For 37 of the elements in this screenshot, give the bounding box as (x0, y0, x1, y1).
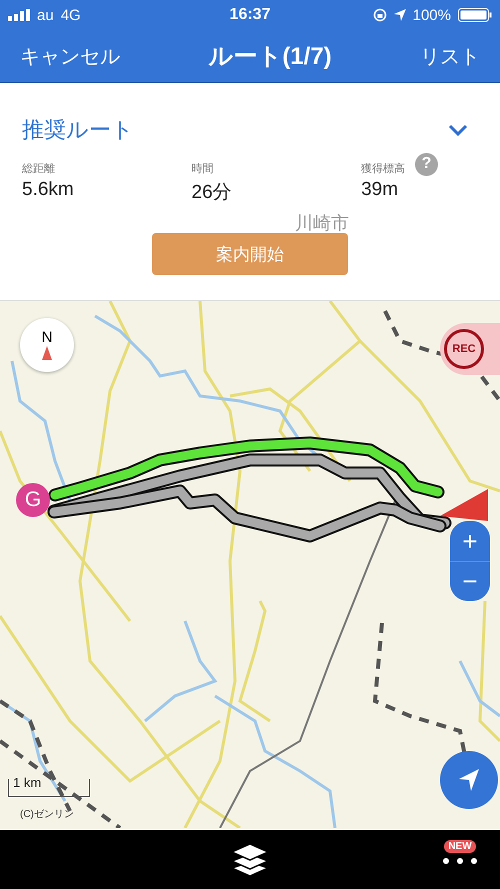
selected-route-line[interactable] (48, 436, 444, 502)
start-guidance-button[interactable]: 案内開始 (152, 233, 348, 275)
alternative-route-line[interactable] (48, 454, 452, 530)
stat-value: 5.6km (22, 179, 75, 201)
map-area-label: 川崎市 (295, 212, 349, 235)
stat-label: 総距離 (22, 162, 55, 176)
alternative-route-line[interactable] (48, 484, 446, 542)
status-time: 16:37 (230, 6, 270, 24)
route-name: 推奨ルート (22, 116, 134, 144)
new-badge: NEW (444, 840, 476, 853)
cancel-button[interactable]: キャンセル (12, 38, 128, 74)
map-view[interactable]: N G REC + − 1 km (C)ゼンリン (0, 301, 500, 830)
battery-icon (458, 8, 492, 22)
stat-value: 39m (361, 179, 400, 201)
record-button[interactable]: REC (440, 323, 500, 375)
screen-title: ルート(1/7) (208, 42, 332, 72)
map-copyright: (C)ゼンリン (20, 808, 74, 821)
chevron-down-icon[interactable] (448, 124, 468, 136)
scale-bar: 1 km (8, 779, 90, 797)
goal-marker: G (16, 483, 50, 517)
carrier-name: au (37, 6, 54, 24)
list-button[interactable]: リスト (412, 38, 488, 74)
rotation-lock-icon (372, 8, 387, 22)
location-arrow-icon (394, 9, 406, 21)
help-button[interactable]: ? (415, 152, 438, 176)
signal-icon (8, 9, 30, 21)
more-icon[interactable] (442, 857, 478, 865)
battery-percent: 100% (412, 6, 451, 24)
zoom-out-button[interactable]: − (450, 561, 490, 601)
navigation-arrow-icon (457, 767, 481, 793)
current-position-arrow-icon (440, 489, 488, 521)
network-type: 4G (60, 6, 81, 24)
stat-label: 時間 (192, 162, 214, 176)
north-arrow-icon (42, 346, 52, 360)
stat-label: 獲得標高 (361, 162, 406, 176)
stat-value: 26分 (192, 181, 233, 205)
compass-button[interactable]: N (20, 318, 74, 372)
